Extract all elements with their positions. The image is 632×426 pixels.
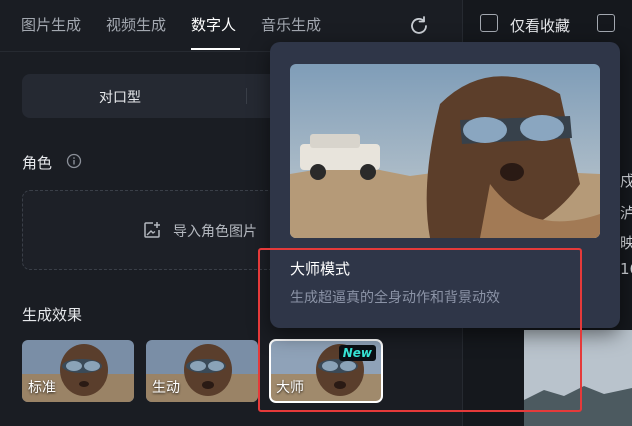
effect-card-label: 生动 [152,380,180,396]
mode-lip-sync[interactable]: 对口型 [99,87,141,107]
tab-digital-human[interactable]: 数字人 [191,14,236,35]
tab-video-generation[interactable]: 视频生成 [106,14,166,35]
fav-only-label: 仅看收藏 [510,17,571,35]
app-window: 图片生成 视频生成 数字人 音乐生成 对口型 角色 导入角色图片 生成效果 标准… [0,0,632,426]
effect-card-standard[interactable]: 标准 [22,340,134,402]
popup-preview [290,64,600,238]
tab-music-generation[interactable]: 音乐生成 [261,14,321,35]
fav-only-checkbox[interactable] [480,14,498,32]
popup-description: 生成超逼真的全身动作和背景动效 [290,290,500,306]
partial-text: 16 [620,260,632,278]
tab-image-generation[interactable]: 图片生成 [21,14,81,35]
effect-card-label: 大师 [276,380,304,396]
partial-text: 映 [620,234,632,252]
partial-text: 泸 [620,204,632,222]
new-badge: New [338,345,376,361]
popup-preview-image [290,64,600,238]
effect-card-label: 标准 [28,380,56,396]
master-mode-popup: 大师模式 生成超逼真的全身动作和背景动效 [270,42,620,328]
second-checkbox[interactable] [597,14,615,32]
active-tab-indicator [191,48,240,50]
preview-thumbnail[interactable] [524,330,632,426]
image-upload-icon [144,222,160,238]
info-icon[interactable] [66,153,82,169]
role-label: 角色 [22,154,53,172]
popup-title: 大师模式 [290,260,351,278]
upload-label: 导入角色图片 [173,224,257,240]
effect-card-vivid[interactable]: 生动 [146,340,258,402]
preview-image [524,330,632,426]
refresh-icon[interactable] [409,15,429,35]
effect-section-label: 生成效果 [22,306,83,324]
effect-card-master[interactable]: New 大师 [269,339,383,403]
partial-text: 戍 [620,172,632,190]
mode-divider [246,88,247,104]
